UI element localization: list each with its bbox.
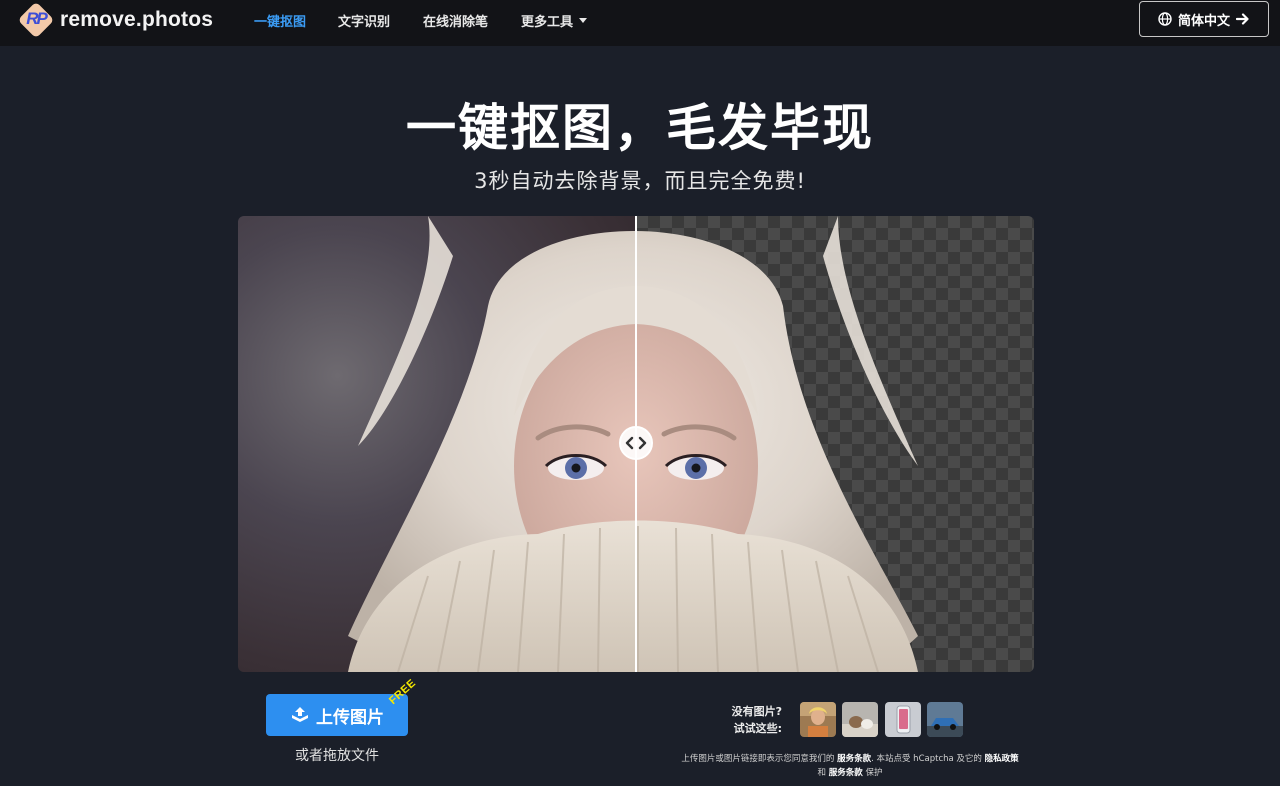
compare-handle[interactable] — [619, 426, 653, 460]
nav-link-remove-bg[interactable]: 一键抠图 — [254, 11, 306, 30]
drop-file-hint: 或者拖放文件 — [295, 748, 379, 764]
upload-button-label: 上传图片 — [316, 707, 384, 728]
logo-mark-letters: RP — [26, 9, 48, 28]
globe-icon — [1158, 12, 1172, 26]
hcaptcha-terms-link[interactable]: 服务条款 — [829, 768, 863, 778]
nav-link-ocr[interactable]: 文字识别 — [338, 11, 390, 30]
before-after-compare[interactable] — [238, 216, 1034, 672]
compare-arrows-icon — [625, 436, 647, 450]
hero-subtitle: 3秒自动去除背景，而且完全免费! — [474, 169, 806, 193]
upload-image-button[interactable]: 上传图片 — [266, 694, 408, 736]
sample-prompt-line1: 没有图片? — [731, 705, 782, 718]
terms-notice: 上传图片或图片链接即表示您同意我们的 服务条款. 本站点受 hCaptcha 及… — [660, 752, 1040, 780]
sample-phone-thumb[interactable] — [885, 702, 921, 737]
terms-middle: . 本站点受 hCaptcha 及它的 — [871, 754, 982, 764]
terms-of-service-link[interactable]: 服务条款 — [837, 754, 871, 764]
terms-prefix: 上传图片或图片链接即表示您同意我们的 — [681, 754, 835, 764]
top-navbar: RP remove.photos 一键抠图 文字识别 在线消除笔 更多工具 简体… — [0, 0, 1280, 46]
nav-more-tools-label: 更多工具 — [521, 15, 574, 30]
logo-mark-icon: RP — [17, 1, 55, 39]
sample-car-thumb[interactable] — [927, 702, 963, 737]
terms-and: 和 — [817, 768, 827, 778]
caret-down-icon — [579, 18, 588, 23]
sample-prompt: 没有图片? 试试这些: — [700, 703, 782, 737]
sample-animal-thumb[interactable] — [842, 702, 878, 737]
language-button[interactable]: 简体中文 — [1139, 1, 1269, 37]
privacy-policy-link[interactable]: 隐私政策 — [985, 754, 1019, 764]
hero-title: 一键抠图，毛发毕现 — [406, 99, 874, 157]
logo-text: remove.photos — [60, 8, 214, 31]
nav-link-eraser[interactable]: 在线消除笔 — [423, 11, 488, 30]
sample-person-image — [800, 702, 836, 737]
sample-person-thumb[interactable] — [800, 702, 836, 737]
terms-suffix: 保护 — [865, 768, 883, 778]
language-label: 简体中文 — [1177, 13, 1230, 29]
site-logo[interactable]: RP remove.photos — [17, 1, 214, 39]
sample-car-image — [927, 702, 963, 737]
sample-animal-image — [842, 702, 878, 737]
upload-icon — [292, 707, 308, 722]
sample-prompt-line2: 试试这些: — [733, 722, 782, 735]
sample-phone-image — [885, 702, 921, 737]
nav-link-more-tools[interactable]: 更多工具 — [521, 11, 588, 30]
arrow-right-icon — [1236, 13, 1249, 25]
